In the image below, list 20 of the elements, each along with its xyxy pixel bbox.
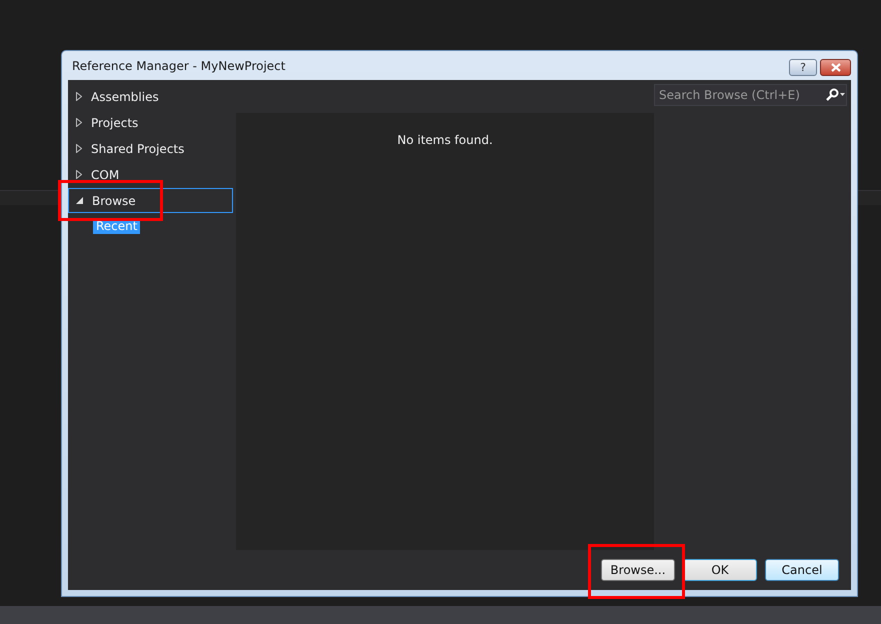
search-icon[interactable] (824, 88, 846, 102)
dialog-button[interactable]: Browse... (601, 559, 675, 581)
tree-item[interactable]: Assemblies (68, 84, 233, 109)
dialog-button[interactable]: Cancel (765, 559, 839, 581)
collapsed-triangle-icon[interactable] (76, 170, 82, 179)
help-button[interactable]: ? (789, 59, 817, 76)
dialog-button[interactable]: OK (683, 559, 757, 581)
tree-item[interactable]: Projects (68, 110, 233, 135)
window-title: Reference Manager - MyNewProject (71, 58, 286, 72)
expanded-triangle-icon[interactable] (76, 197, 83, 204)
search-field[interactable]: Search Browse (Ctrl+E) (654, 84, 847, 106)
close-icon (830, 63, 842, 72)
tree-item[interactable]: Shared Projects (68, 136, 233, 161)
collapsed-triangle-icon[interactable] (76, 92, 82, 101)
tree-item[interactable]: COM (68, 162, 233, 187)
collapsed-triangle-icon[interactable] (76, 144, 82, 153)
tree-item[interactable]: Browse (68, 188, 233, 213)
empty-message: No items found. (397, 133, 493, 149)
collapsed-triangle-icon[interactable] (76, 118, 82, 127)
close-button[interactable] (820, 59, 851, 76)
